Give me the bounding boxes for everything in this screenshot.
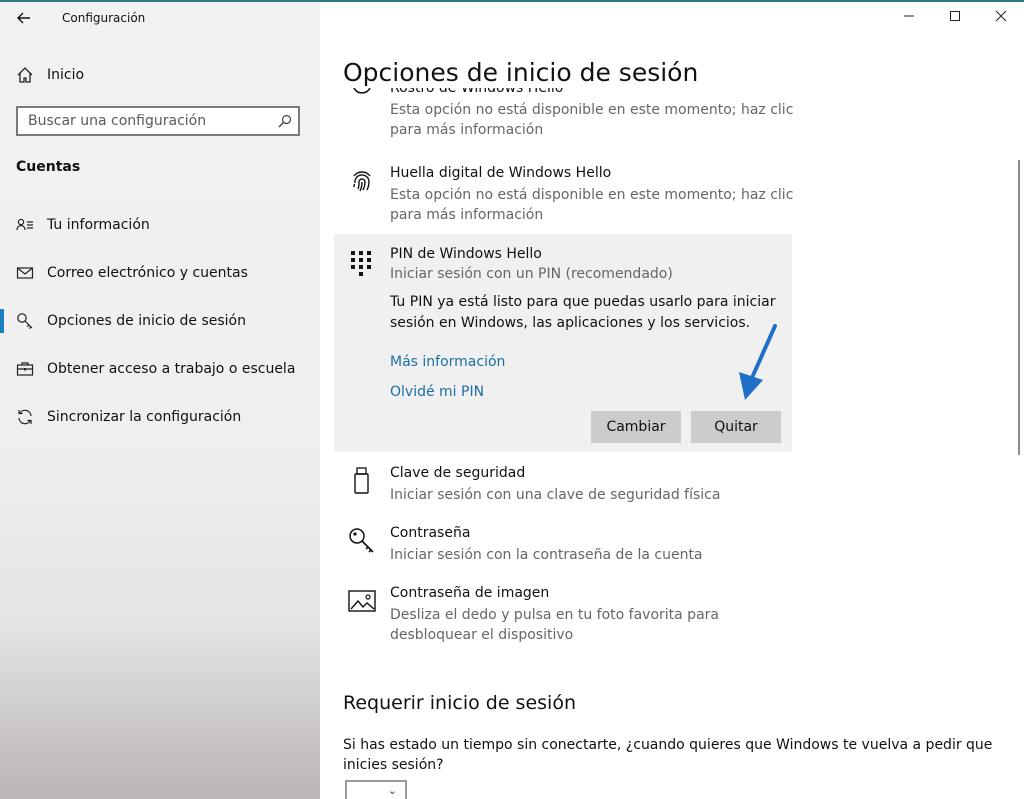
option-title: Contraseña <box>390 525 471 541</box>
sidebar-item-opciones-inicio[interactable]: Opciones de inicio de sesión <box>0 305 320 337</box>
option-picture-password[interactable]: Contraseña de imagen Desliza el dedo y p… <box>344 585 814 645</box>
mail-icon <box>16 267 34 279</box>
face-icon <box>353 88 371 94</box>
chevron-down-icon: ⌄ <box>387 784 397 797</box>
search-input[interactable] <box>28 112 268 130</box>
option-desc: Iniciar sesión con la contraseña de la c… <box>390 547 703 563</box>
section-title: Cuentas <box>16 159 81 175</box>
nav-home-label: Inicio <box>47 67 85 83</box>
keypad-icon <box>351 251 371 276</box>
annotation-arrow-icon <box>739 324 777 400</box>
require-signin-question: Si has estado un tiempo sin conectarte, … <box>343 737 993 773</box>
pin-body-text: Tu PIN ya está listo para que puedas usa… <box>390 294 776 331</box>
search-box[interactable] <box>16 106 300 136</box>
sidebar-item-label: Tu información <box>47 217 150 233</box>
briefcase-icon <box>16 362 34 376</box>
back-button[interactable] <box>14 8 34 28</box>
option-title: Huella digital de Windows Hello <box>390 165 612 181</box>
main-content: Rostro de Windows Hello Esta opción no e… <box>320 88 1024 799</box>
remove-pin-button[interactable]: Quitar <box>691 411 781 443</box>
fingerprint-icon <box>353 171 371 192</box>
option-password[interactable]: Contraseña Iniciar sesión con la contras… <box>344 525 814 569</box>
require-signin-heading: Requerir inicio de sesión <box>343 692 576 714</box>
forgot-pin-link[interactable]: Olvidé mi PIN <box>390 384 484 400</box>
option-desc: Esta opción no está disponible en este m… <box>390 102 794 138</box>
option-title: PIN de Windows Hello <box>390 246 542 262</box>
arrow-left-icon <box>17 12 30 24</box>
scrollbar[interactable] <box>1018 160 1020 455</box>
sidebar-item-label: Sincronizar la configuración <box>47 409 242 425</box>
maximize-icon <box>950 11 960 21</box>
sidebar: Configuración Inicio Cuentas Tu informac… <box>0 2 320 799</box>
option-pin-panel[interactable]: PIN de Windows Hello Iniciar sesión con … <box>334 234 792 452</box>
sidebar-item-tu-informacion[interactable]: Tu información <box>0 209 320 241</box>
key-icon <box>17 313 33 330</box>
sidebar-item-label: Correo electrónico y cuentas <box>47 265 248 281</box>
option-desc: Desliza el dedo y pulsa en tu foto favor… <box>390 607 719 643</box>
option-title: Contraseña de imagen <box>390 585 550 601</box>
sidebar-item-label: Opciones de inicio de sesión <box>47 313 246 329</box>
sidebar-item-label: Obtener acceso a trabajo o escuela <box>47 361 296 377</box>
usb-key-icon <box>354 467 369 494</box>
picture-icon <box>348 590 376 612</box>
key-icon <box>349 528 374 553</box>
option-desc: Esta opción no está disponible en este m… <box>390 187 794 223</box>
maximize-button[interactable] <box>932 4 978 32</box>
home-icon <box>17 67 33 83</box>
search-icon[interactable] <box>278 114 292 128</box>
option-desc: Iniciar sesión con una clave de segurida… <box>390 487 721 503</box>
change-pin-button[interactable]: Cambiar <box>591 411 681 443</box>
close-icon <box>995 10 1007 22</box>
option-security-key[interactable]: Clave de seguridad Iniciar sesión con un… <box>344 465 814 509</box>
option-desc: Iniciar sesión con un PIN (recomendado) <box>390 266 673 282</box>
option-face[interactable]: Rostro de Windows Hello Esta opción no e… <box>344 88 814 140</box>
minimize-icon <box>904 15 914 17</box>
selected-indicator <box>0 309 4 333</box>
minimize-button[interactable] <box>886 4 932 32</box>
sidebar-item-trabajo-escuela[interactable]: Obtener acceso a trabajo o escuela <box>0 353 320 385</box>
option-fingerprint[interactable]: Huella digital de Windows Hello Esta opc… <box>344 165 814 225</box>
page-title: Opciones de inicio de sesión <box>343 58 699 87</box>
sidebar-item-sincronizar[interactable]: Sincronizar la configuración <box>0 401 320 433</box>
require-signin-dropdown[interactable]: ⌄ <box>345 780 407 799</box>
nav-home[interactable]: Inicio <box>0 62 320 90</box>
more-info-link[interactable]: Más información <box>390 354 505 370</box>
option-title: Rostro de Windows Hello <box>390 88 564 96</box>
sync-icon <box>18 409 32 425</box>
person-card-icon <box>16 218 33 231</box>
option-title: Clave de seguridad <box>390 465 526 481</box>
window-title: Configuración <box>62 11 146 25</box>
close-button[interactable] <box>978 4 1024 32</box>
sidebar-item-correo[interactable]: Correo electrónico y cuentas <box>0 257 320 289</box>
